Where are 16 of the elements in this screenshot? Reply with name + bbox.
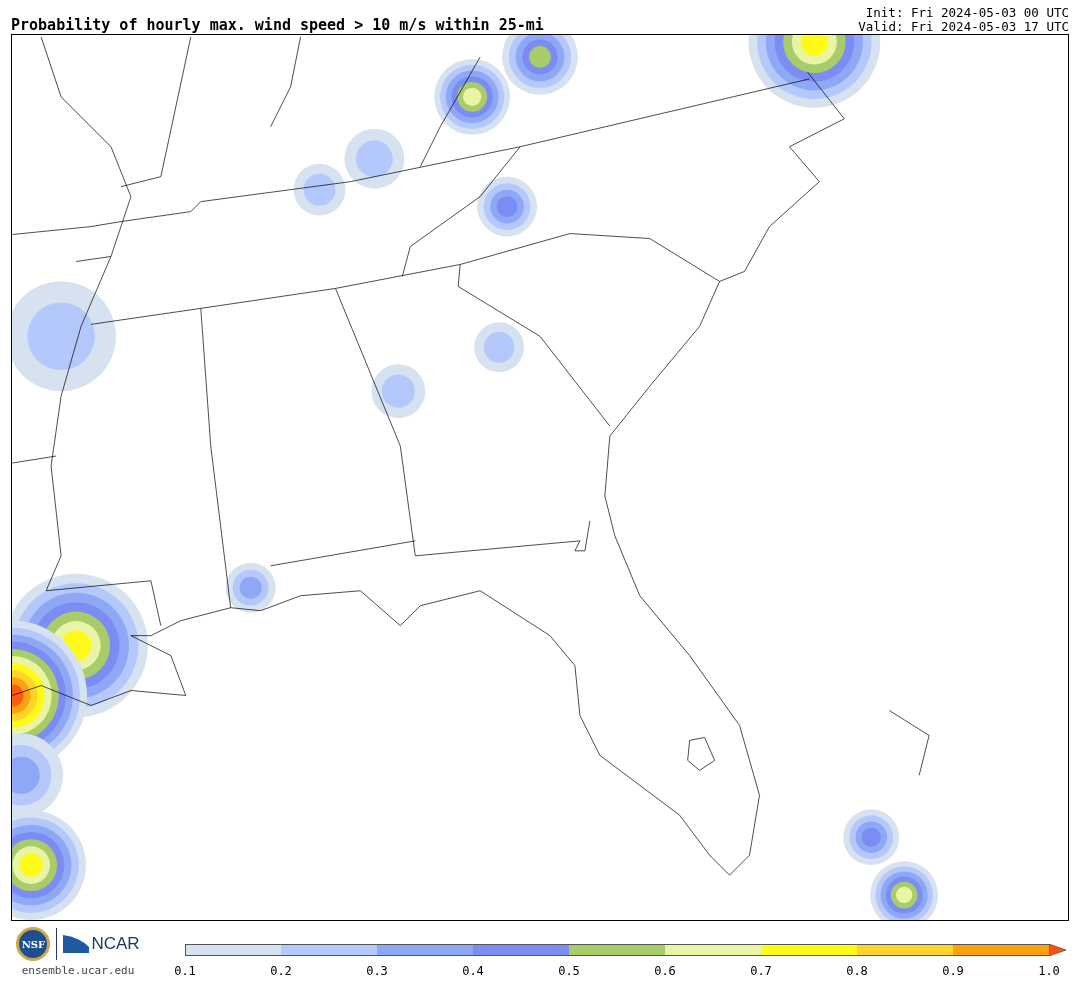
colorbar-tick-label: 0.6 <box>653 964 677 978</box>
ncar-logo: NCAR <box>63 934 140 954</box>
colorbar-tick-label: 0.3 <box>365 964 389 978</box>
colorbar-tick-label: 0.9 <box>941 964 965 978</box>
valid-time: Valid: Fri 2024-05-03 17 UTC <box>858 20 1069 34</box>
site-url: ensemble.ucar.edu <box>21 964 135 977</box>
map-title: Probability of hourly max. wind speed > 10 m/s within 25-mi <box>11 16 544 34</box>
colorbar-tick-label: 0.8 <box>845 964 869 978</box>
init-time: Init: Fri 2024-05-03 00 UTC <box>865 6 1069 20</box>
colorbar-tick-label: 0.4 <box>461 964 485 978</box>
nsf-logo: NSF <box>16 927 51 961</box>
colorbar-tick-label: 0.7 <box>749 964 773 978</box>
colorbar-tick-label: 0.2 <box>269 964 293 978</box>
colorbar-tick-label: 0.1 <box>173 964 197 978</box>
colorbar-tick-label: 0.5 <box>557 964 581 978</box>
colorbar-tick-label: 1.0 <box>1037 964 1061 978</box>
